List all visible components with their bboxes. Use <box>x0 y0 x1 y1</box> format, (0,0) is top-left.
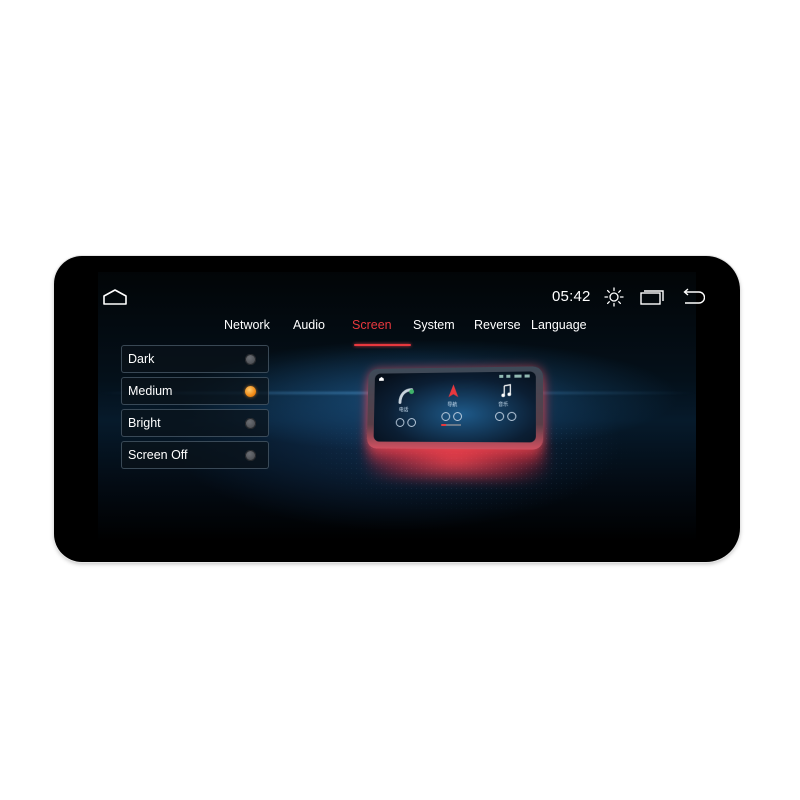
preview-nav-label: 导航 <box>447 402 458 409</box>
clock: 05:42 <box>552 288 591 305</box>
option-label: Bright <box>128 416 161 430</box>
settings-tabs: Network Audio Screen System Reverse Lang… <box>224 318 587 346</box>
recent-apps-icon <box>640 290 664 305</box>
tab-language[interactable]: Language <box>531 318 587 340</box>
preview-page-indicator <box>441 423 461 426</box>
preview-status-icons <box>499 374 530 378</box>
option-bright[interactable]: Bright <box>121 409 269 437</box>
radio-button[interactable] <box>245 354 256 365</box>
home-button[interactable] <box>102 287 128 307</box>
preview-circle-button <box>507 411 517 421</box>
recent-apps-button[interactable] <box>640 289 664 305</box>
radio-button-selected[interactable] <box>245 386 256 397</box>
option-dark[interactable]: Dark <box>121 345 269 373</box>
preview-device-frame: 电话 导航 音乐 <box>366 366 544 450</box>
preview-phone-label: 电话 <box>398 407 409 414</box>
option-label: Medium <box>128 384 173 398</box>
home-icon <box>103 289 127 305</box>
preview-music-label: 音乐 <box>498 401 509 408</box>
sun-icon <box>604 287 624 307</box>
tab-audio[interactable]: Audio <box>293 318 352 340</box>
tab-system[interactable]: System <box>413 318 474 340</box>
head-unit-display: 05:42 Network Audio Screen System Revers <box>54 256 740 562</box>
preview-circle-button <box>495 411 505 421</box>
navigation-arrow-icon <box>448 384 459 398</box>
tab-screen[interactable]: Screen <box>352 318 413 346</box>
phone-icon <box>397 387 415 405</box>
brightness-options-list: Dark Medium Bright Screen Off <box>121 345 269 473</box>
preview-circle-button <box>441 412 451 422</box>
preview-circle-button <box>395 418 405 427</box>
back-arrow-icon <box>683 288 706 304</box>
option-screen-off[interactable]: Screen Off <box>121 441 269 469</box>
preview-device-screen: 电话 导航 音乐 <box>373 371 536 443</box>
screen-preview-illustration: 电话 导航 音乐 <box>366 366 556 481</box>
option-label: Screen Off <box>128 448 188 462</box>
tab-reverse[interactable]: Reverse <box>474 318 531 340</box>
radio-button[interactable] <box>245 418 256 429</box>
tab-network[interactable]: Network <box>224 318 293 340</box>
music-note-icon <box>501 384 511 398</box>
preview-home-icon <box>379 376 384 381</box>
brightness-button[interactable] <box>604 287 624 307</box>
option-label: Dark <box>128 352 155 366</box>
option-medium[interactable]: Medium <box>121 377 269 405</box>
back-button[interactable] <box>679 288 706 306</box>
preview-circle-button <box>453 412 463 422</box>
preview-circle-button <box>407 418 417 427</box>
radio-button[interactable] <box>245 450 256 461</box>
